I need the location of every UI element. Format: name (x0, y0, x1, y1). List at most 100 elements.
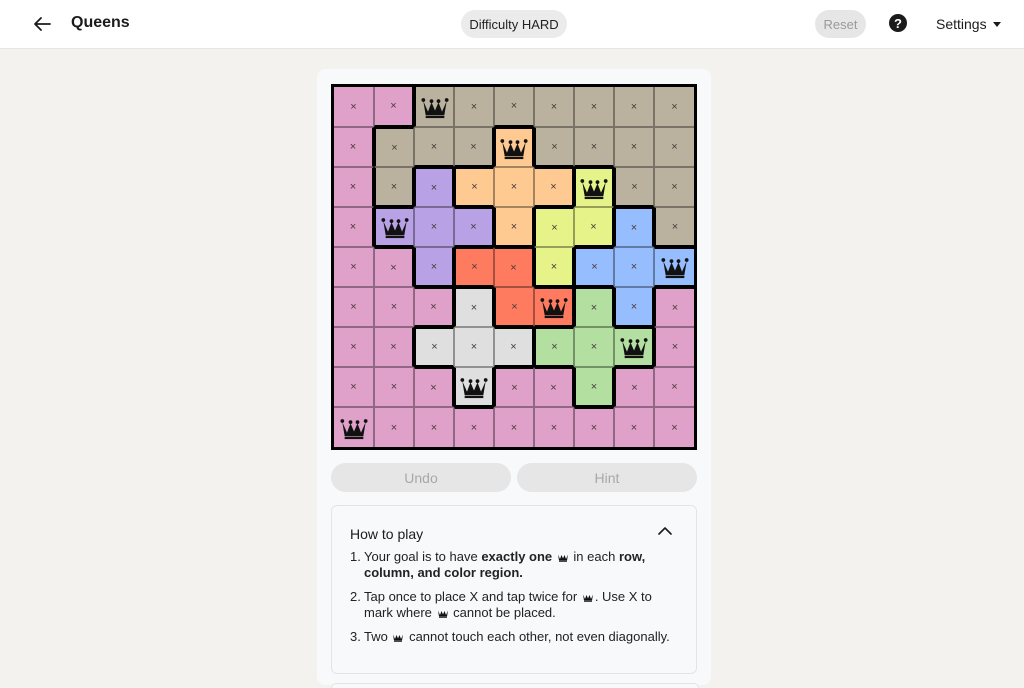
board-cell[interactable]: × (534, 367, 574, 407)
board-cell[interactable]: × (334, 287, 374, 327)
board-cell[interactable] (334, 407, 374, 447)
board-cell[interactable]: × (414, 327, 454, 367)
help-icon[interactable]: ? (889, 14, 907, 32)
board-cell[interactable]: × (414, 407, 454, 447)
board-cell[interactable]: × (614, 87, 654, 127)
board-cell[interactable]: × (654, 287, 694, 327)
board-cell[interactable] (574, 167, 614, 207)
queen-icon (580, 178, 608, 199)
board-cell[interactable]: × (614, 167, 654, 207)
board-cell[interactable]: × (374, 247, 414, 287)
board-cell[interactable] (654, 247, 694, 287)
board-cell[interactable]: × (334, 207, 374, 247)
board-cell[interactable]: × (374, 407, 414, 447)
board-cell[interactable]: × (534, 127, 574, 167)
board-cell[interactable]: × (334, 87, 374, 127)
board-cell[interactable]: × (494, 207, 534, 247)
board-cell[interactable]: × (654, 327, 694, 367)
board-cell[interactable]: × (574, 367, 614, 407)
x-mark: × (350, 100, 357, 113)
x-mark: × (349, 221, 357, 233)
board-cell[interactable]: × (494, 287, 534, 327)
board-cell[interactable]: × (414, 367, 454, 407)
board-cell[interactable]: × (494, 367, 534, 407)
board-cell[interactable]: × (614, 367, 654, 407)
board-cell[interactable]: × (334, 247, 374, 287)
board-cell[interactable]: × (574, 127, 614, 167)
board-cell[interactable] (614, 327, 654, 367)
board-cell[interactable]: × (374, 287, 414, 327)
board-cell[interactable]: × (414, 167, 454, 207)
board-cell[interactable]: × (614, 287, 654, 327)
board-cell[interactable]: × (534, 167, 574, 207)
rules-list: 1. Your goal is to have exactly one in e… (350, 549, 680, 654)
board-cell[interactable] (374, 207, 414, 247)
chevron-up-icon[interactable] (658, 526, 672, 536)
board-cell[interactable]: × (374, 167, 414, 207)
board-cell[interactable]: × (334, 127, 374, 167)
board-cell[interactable]: × (374, 127, 414, 167)
board-cell[interactable]: × (334, 327, 374, 367)
board-cell[interactable]: × (654, 167, 694, 207)
board-cell[interactable]: × (414, 207, 454, 247)
board-cell[interactable]: × (614, 127, 654, 167)
board-cell[interactable]: × (454, 167, 494, 207)
board-cell[interactable]: × (494, 167, 534, 207)
board-cell[interactable]: × (454, 207, 494, 247)
x-mark: × (631, 180, 638, 193)
board-cell[interactable]: × (654, 407, 694, 447)
board-cell[interactable]: × (414, 247, 454, 287)
rule-text: Two cannot touch each other, not even di… (364, 629, 670, 645)
board-cell[interactable]: × (654, 87, 694, 127)
board-cell[interactable]: × (454, 87, 494, 127)
queen-icon (539, 298, 568, 319)
x-mark: × (550, 181, 557, 193)
board-cell[interactable]: × (574, 247, 614, 287)
board-cell[interactable]: × (374, 87, 414, 127)
back-arrow-icon[interactable] (30, 12, 54, 36)
board-cell[interactable]: × (534, 87, 574, 127)
board-cell[interactable]: × (454, 407, 494, 447)
board-cell[interactable]: × (534, 407, 574, 447)
board-cell[interactable]: × (574, 87, 614, 127)
board-cell[interactable]: × (334, 367, 374, 407)
board-cell[interactable]: × (574, 207, 614, 247)
rule-text-part: Two (364, 629, 392, 644)
board-cell[interactable] (454, 367, 494, 407)
board-cell[interactable]: × (454, 127, 494, 167)
queen-icon (380, 218, 409, 239)
board-cell[interactable] (534, 287, 574, 327)
board-cell[interactable]: × (454, 247, 494, 287)
board-cell[interactable]: × (574, 287, 614, 327)
board-cell[interactable]: × (454, 327, 494, 367)
board-cell[interactable]: × (494, 87, 534, 127)
board-cell[interactable]: × (494, 327, 534, 367)
board-cell[interactable] (494, 127, 534, 167)
board-cell[interactable]: × (654, 207, 694, 247)
board-cell[interactable]: × (374, 367, 414, 407)
board-cell[interactable]: × (454, 287, 494, 327)
board-cell[interactable]: × (374, 327, 414, 367)
settings-menu[interactable]: Settings (936, 16, 1001, 32)
hint-button[interactable]: Hint (517, 463, 697, 492)
board-cell[interactable]: × (654, 367, 694, 407)
reset-button[interactable]: Reset (815, 10, 866, 38)
board-cell[interactable]: × (614, 247, 654, 287)
board-cell[interactable]: × (494, 247, 534, 287)
board-cell[interactable]: × (414, 287, 454, 327)
queen-icon (500, 138, 528, 159)
board-cell[interactable]: × (614, 207, 654, 247)
board-cell[interactable] (414, 87, 454, 127)
board-cell[interactable]: × (574, 407, 614, 447)
board-cell[interactable]: × (534, 207, 574, 247)
board-cell[interactable]: × (654, 127, 694, 167)
board-cell[interactable]: × (334, 167, 374, 207)
board-cell[interactable]: × (574, 327, 614, 367)
board-cell[interactable]: × (534, 247, 574, 287)
undo-button[interactable]: Undo (331, 463, 511, 492)
x-mark: × (510, 261, 517, 274)
board-cell[interactable]: × (414, 127, 454, 167)
board-cell[interactable]: × (534, 327, 574, 367)
board-cell[interactable]: × (614, 407, 654, 447)
board-cell[interactable]: × (494, 407, 534, 447)
